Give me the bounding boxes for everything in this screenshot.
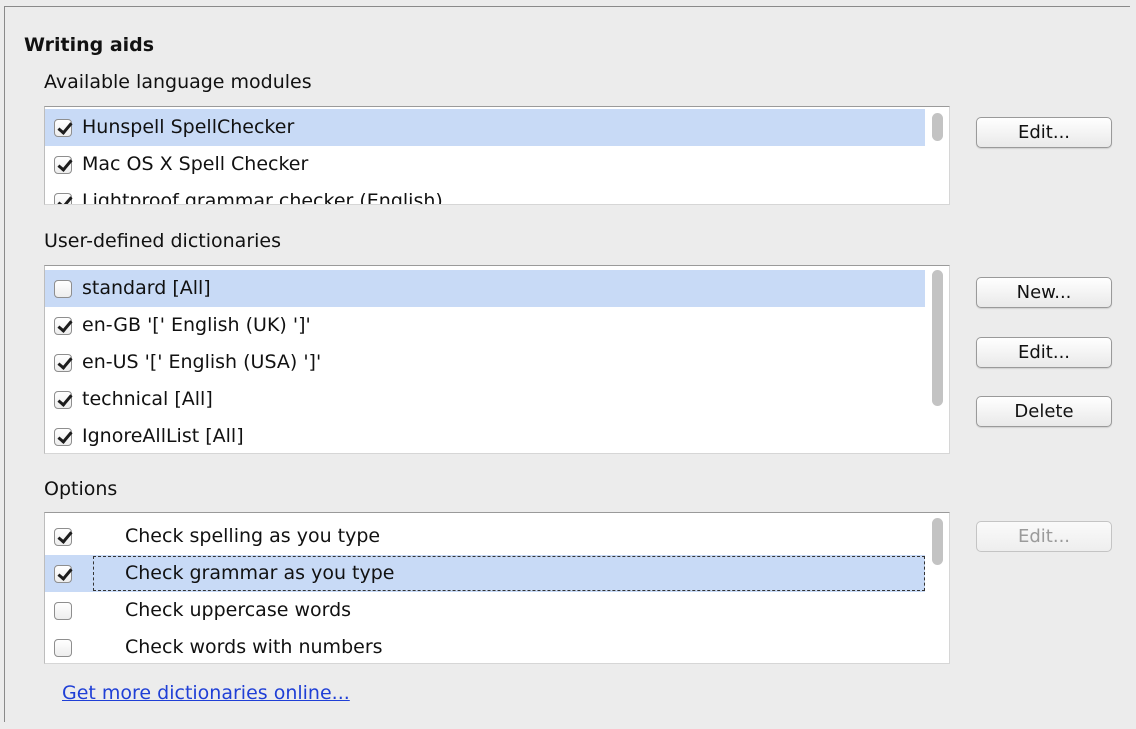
checkbox[interactable] bbox=[54, 193, 72, 204]
section-title: Writing aids bbox=[24, 34, 155, 56]
scroll-thumb[interactable] bbox=[932, 518, 943, 565]
dictionary-item-en-us[interactable]: en-US '[' English (USA) ']' bbox=[45, 344, 925, 381]
delete-dictionary-button[interactable]: Delete bbox=[976, 396, 1112, 427]
dictionary-label: en-US '[' English (USA) ']' bbox=[82, 351, 322, 373]
options-label: Options bbox=[44, 478, 118, 500]
scroll-thumb[interactable] bbox=[932, 270, 943, 406]
options-edit-button: Edit... bbox=[976, 521, 1112, 552]
checkbox[interactable] bbox=[54, 280, 72, 298]
module-label: Lightproof grammar checker (English) bbox=[82, 190, 443, 204]
dictionary-label: standard [All] bbox=[82, 277, 211, 299]
option-label: Check words with numbers bbox=[125, 636, 383, 658]
dictionary-item-standard[interactable]: standard [All] bbox=[45, 270, 925, 307]
checkbox[interactable] bbox=[54, 528, 72, 546]
checkbox[interactable] bbox=[54, 354, 72, 372]
dictionaries-list[interactable]: standard [All] en-GB '[' English (UK) ']… bbox=[44, 265, 950, 454]
modules-scrollbar[interactable] bbox=[925, 107, 949, 204]
option-label: Check spelling as you type bbox=[125, 525, 381, 547]
module-item-macos-spell[interactable]: Mac OS X Spell Checker bbox=[45, 146, 925, 183]
edit-dictionary-button[interactable]: Edit... bbox=[976, 337, 1112, 368]
modules-label: Available language modules bbox=[44, 71, 312, 93]
dictionaries-scrollbar[interactable] bbox=[925, 266, 949, 453]
get-more-dictionaries-link[interactable]: Get more dictionaries online... bbox=[62, 682, 350, 704]
dictionary-item-en-gb[interactable]: en-GB '[' English (UK) ']' bbox=[45, 307, 925, 344]
dictionary-label: IgnoreAllList [All] bbox=[82, 425, 244, 447]
checkbox[interactable] bbox=[54, 602, 72, 620]
options-scrollbar[interactable] bbox=[925, 513, 949, 663]
dictionary-item-ignoreall[interactable]: IgnoreAllList [All] bbox=[45, 418, 925, 453]
option-item-numbers[interactable]: Check words with numbers bbox=[45, 629, 925, 663]
dictionaries-label: User-defined dictionaries bbox=[44, 230, 281, 252]
checkbox[interactable] bbox=[54, 317, 72, 335]
module-item-hunspell[interactable]: Hunspell SpellChecker bbox=[45, 109, 925, 146]
checkbox[interactable] bbox=[54, 428, 72, 446]
option-label: Check uppercase words bbox=[125, 599, 352, 621]
dictionary-label: technical [All] bbox=[82, 388, 213, 410]
modules-list[interactable]: Hunspell SpellChecker Mac OS X Spell Che… bbox=[44, 106, 950, 205]
options-list[interactable]: Check spelling as you type Check grammar… bbox=[44, 512, 950, 664]
option-item-grammar[interactable]: Check grammar as you type bbox=[45, 555, 925, 592]
module-label: Mac OS X Spell Checker bbox=[82, 153, 309, 175]
checkbox[interactable] bbox=[54, 391, 72, 409]
option-item-spelling[interactable]: Check spelling as you type bbox=[45, 518, 925, 555]
module-item-lightproof[interactable]: Lightproof grammar checker (English) bbox=[45, 183, 925, 204]
option-label: Check grammar as you type bbox=[125, 562, 395, 584]
checkbox[interactable] bbox=[54, 156, 72, 174]
option-item-uppercase[interactable]: Check uppercase words bbox=[45, 592, 925, 629]
dictionary-label: en-GB '[' English (UK) ']' bbox=[82, 314, 311, 336]
scroll-thumb[interactable] bbox=[932, 113, 943, 141]
checkbox[interactable] bbox=[54, 639, 72, 657]
module-label: Hunspell SpellChecker bbox=[82, 116, 295, 138]
dictionary-item-technical[interactable]: technical [All] bbox=[45, 381, 925, 418]
checkbox[interactable] bbox=[54, 565, 72, 583]
checkbox[interactable] bbox=[54, 119, 72, 137]
modules-edit-button[interactable]: Edit... bbox=[976, 117, 1112, 148]
new-dictionary-button[interactable]: New... bbox=[976, 277, 1112, 308]
